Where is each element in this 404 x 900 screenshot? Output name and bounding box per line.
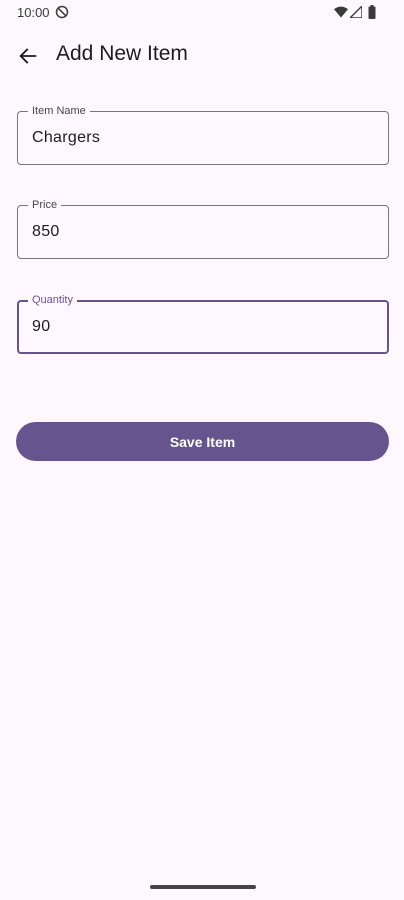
price-field[interactable]: Price [17,199,389,259]
item-name-input[interactable] [32,112,372,164]
status-bar: 10:00 [0,0,404,26]
arrow-left-icon [19,48,37,64]
do-not-disturb-icon [55,5,69,19]
save-item-button[interactable]: Save Item [16,422,389,461]
back-button[interactable] [8,36,48,76]
gesture-nav-handle[interactable] [150,885,256,889]
price-input[interactable] [32,206,372,258]
status-time: 10:00 [17,5,50,20]
quantity-field[interactable]: Quantity [17,294,389,354]
wifi-icon [334,6,348,18]
item-name-field[interactable]: Item Name [17,105,389,165]
page-title: Add New Item [56,42,188,65]
signal-icon [350,6,362,18]
add-item-screen: 10:00 Add New Item Item Name Price Quant… [0,0,404,900]
battery-icon [368,5,376,19]
quantity-input[interactable] [32,302,372,352]
